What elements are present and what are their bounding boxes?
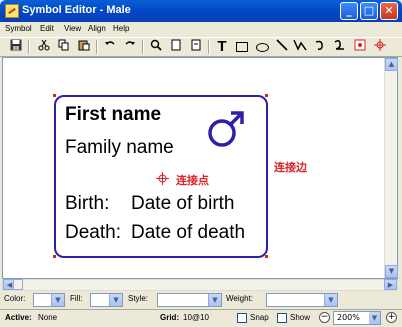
- menu-align[interactable]: Align: [88, 24, 106, 33]
- chevron-down-icon[interactable]: ▼: [51, 294, 64, 306]
- selection-handle[interactable]: [265, 94, 268, 97]
- chevron-down-icon[interactable]: ▼: [324, 294, 337, 306]
- toolbar-separator: [142, 40, 144, 54]
- arc-tool-icon[interactable]: [312, 39, 328, 55]
- symbol-frame[interactable]: First name Family name Birth: Date of bi…: [54, 95, 268, 258]
- menu-view[interactable]: View: [64, 24, 81, 33]
- snap-label: Snap: [250, 313, 269, 322]
- connection-point-marker[interactable]: [156, 172, 169, 188]
- paste-icon[interactable]: [76, 39, 92, 55]
- line-tool-icon[interactable]: [274, 39, 290, 55]
- family-name-text[interactable]: Family name: [65, 137, 174, 159]
- undo-icon[interactable]: [102, 39, 118, 55]
- save-icon[interactable]: [8, 39, 24, 55]
- scroll-thumb[interactable]: [13, 279, 23, 290]
- horizontal-scrollbar[interactable]: ◀ ▶: [2, 279, 398, 291]
- show-grid-checkbox[interactable]: [277, 313, 287, 323]
- style-label: Style:: [128, 294, 149, 303]
- grid-value: 10@10: [183, 313, 209, 322]
- toolbar-separator: [96, 40, 98, 54]
- first-name-text[interactable]: First name: [65, 104, 161, 126]
- birth-label[interactable]: Birth:: [65, 193, 109, 215]
- connection-point-icon[interactable]: [372, 39, 388, 55]
- color-label: Color:: [4, 294, 26, 303]
- polyline-tool-icon[interactable]: [292, 39, 308, 55]
- weight-select[interactable]: ▼: [266, 293, 338, 307]
- scroll-down-button[interactable]: ▼: [385, 265, 398, 278]
- death-value[interactable]: Date of death: [131, 222, 245, 244]
- selection-handle[interactable]: [53, 255, 56, 258]
- death-label[interactable]: Death:: [65, 222, 121, 244]
- menu-bar: Symbol Edit View Align Help: [0, 22, 402, 37]
- maximize-button[interactable]: □: [360, 2, 378, 20]
- selection-handle[interactable]: [53, 94, 56, 97]
- minimize-button[interactable]: _: [340, 2, 358, 20]
- weight-label: Weight:: [226, 294, 253, 303]
- zoom-in-icon[interactable]: +: [386, 312, 397, 323]
- zoom-icon[interactable]: [148, 39, 164, 55]
- redo-icon[interactable]: [122, 39, 138, 55]
- zoom-value: 200%: [337, 313, 360, 322]
- app-icon: [5, 4, 19, 18]
- title-bar[interactable]: Symbol Editor - Male _ □ ✕: [0, 0, 402, 22]
- rectangle-tool-icon[interactable]: [234, 39, 250, 55]
- show-label: Show: [290, 313, 311, 322]
- fill-select[interactable]: ▼: [90, 293, 123, 307]
- active-value: None: [38, 313, 58, 322]
- chevron-down-icon[interactable]: ▼: [109, 294, 122, 306]
- birth-value[interactable]: Date of birth: [131, 193, 235, 215]
- toolbar: T: [0, 37, 402, 57]
- ellipse-tool-icon[interactable]: [254, 39, 270, 55]
- color-select[interactable]: ▼: [33, 293, 65, 307]
- fill-label: Fill:: [70, 294, 83, 303]
- connection-edge-annotation: 连接边: [274, 161, 307, 174]
- symbol-canvas[interactable]: First name Family name Birth: Date of bi…: [2, 57, 398, 279]
- image-tool-icon[interactable]: [352, 39, 368, 55]
- connection-point-annotation: 连接点: [176, 174, 209, 187]
- snap-checkbox[interactable]: [237, 313, 247, 323]
- chevron-down-icon[interactable]: ▼: [208, 294, 221, 306]
- vertical-scrollbar[interactable]: ▲ ▼: [384, 58, 398, 278]
- zoom-out-icon[interactable]: −: [319, 312, 330, 323]
- window-title: Symbol Editor - Male: [22, 4, 131, 16]
- cut-icon[interactable]: [36, 39, 52, 55]
- menu-edit[interactable]: Edit: [40, 24, 54, 33]
- page-fit-icon[interactable]: [188, 39, 204, 55]
- menu-symbol[interactable]: Symbol: [5, 24, 32, 33]
- properties-bar: Color: ▼ Fill: ▼ Style: ▼ Weight: ▼: [0, 291, 402, 309]
- chevron-down-icon[interactable]: ▼: [369, 312, 380, 324]
- menu-help[interactable]: Help: [113, 24, 129, 33]
- scroll-right-button[interactable]: ▶: [384, 279, 397, 290]
- toolbar-separator: [208, 40, 210, 54]
- scroll-up-button[interactable]: ▲: [385, 58, 398, 71]
- zoom-select[interactable]: 200% ▼: [333, 311, 381, 325]
- style-select[interactable]: ▼: [157, 293, 222, 307]
- grid-label: Grid:: [160, 313, 180, 322]
- toolbar-separator: [28, 40, 30, 54]
- curve-tool-icon[interactable]: [331, 39, 347, 55]
- active-label: Active:: [5, 313, 32, 322]
- male-icon[interactable]: [206, 110, 246, 153]
- status-bar: Active: None Grid: 10@10 Snap Show − 200…: [0, 309, 402, 327]
- selection-handle[interactable]: [265, 255, 268, 258]
- copy-icon[interactable]: [56, 39, 72, 55]
- text-tool-icon[interactable]: T: [214, 39, 230, 55]
- close-button[interactable]: ✕: [380, 2, 398, 20]
- page-icon[interactable]: [168, 39, 184, 55]
